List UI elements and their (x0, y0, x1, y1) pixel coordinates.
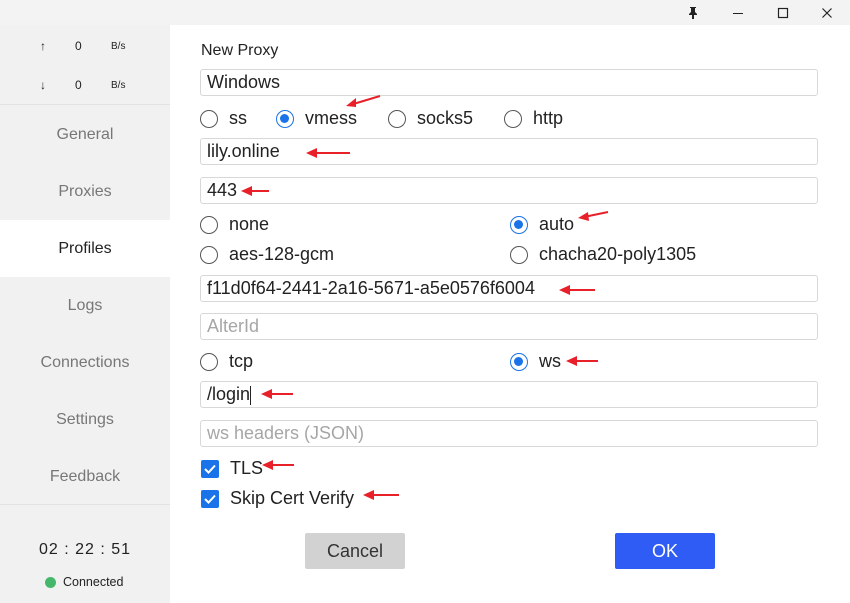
sidebar: ↑ 0 B/s ↓ 0 B/s General Proxies Profiles… (0, 25, 170, 603)
title-bar (0, 0, 850, 25)
page-title: New Proxy (201, 42, 279, 59)
pin-button[interactable] (670, 0, 716, 25)
checkbox-checked-icon (201, 489, 219, 508)
security-option-auto[interactable]: auto (510, 214, 574, 235)
upload-value: 0 (75, 39, 82, 53)
pin-icon (689, 6, 697, 19)
protocol-label: socks5 (417, 108, 474, 128)
sidebar-item-proxies[interactable]: Proxies (0, 163, 170, 220)
skip-cert-verify-label: Skip Cert Verify (230, 488, 355, 508)
radio-icon (388, 109, 406, 128)
alterid-field[interactable]: AlterId (200, 313, 818, 340)
session-clock: 02 : 22 : 51 (38, 541, 132, 558)
annotation-arrow-icon (261, 389, 293, 399)
download-unit: B/s (111, 80, 126, 91)
sidebar-item-logs[interactable]: Logs (0, 277, 170, 334)
radio-icon (200, 352, 218, 371)
radio-icon (510, 245, 528, 264)
port-field[interactable]: 443 (200, 177, 818, 204)
protocol-option-socks5[interactable]: socks5 (388, 108, 473, 129)
radio-icon (504, 109, 522, 128)
protocol-label: ss (229, 108, 247, 128)
network-label: tcp (229, 351, 254, 371)
download-value: 0 (75, 78, 82, 92)
radio-selected-icon (510, 352, 528, 371)
checkbox-checked-icon (201, 459, 219, 478)
sidebar-item-settings[interactable]: Settings (0, 391, 170, 448)
upload-speed: ↑ 0 B/s (0, 27, 170, 65)
radio-icon (200, 245, 218, 264)
sidebar-item-general[interactable]: General (0, 106, 170, 163)
security-label: auto (539, 214, 575, 234)
sidebar-item-feedback[interactable]: Feedback (0, 448, 170, 505)
ok-button[interactable]: OK (615, 533, 715, 569)
skip-cert-verify-checkbox[interactable]: Skip Cert Verify (201, 488, 354, 509)
upload-unit: B/s (111, 41, 126, 52)
maximize-icon (777, 7, 789, 18)
annotation-arrow-icon (363, 490, 399, 500)
tls-checkbox[interactable]: TLS (201, 458, 263, 479)
protocol-label: vmess (305, 108, 358, 128)
server-field[interactable]: lily.online (200, 138, 818, 165)
status-label: Connected (63, 575, 124, 589)
close-icon (822, 7, 832, 18)
network-label: ws (539, 351, 561, 371)
security-label: none (229, 214, 270, 234)
download-speed: ↓ 0 B/s (0, 66, 170, 104)
minimize-icon (733, 12, 743, 14)
radio-selected-icon (276, 109, 294, 128)
sidebar-divider (0, 104, 170, 105)
minimize-button[interactable] (715, 0, 761, 25)
maximize-button[interactable] (760, 0, 806, 25)
security-option-aes-128-gcm[interactable]: aes-128-gcm (200, 244, 334, 265)
ws-headers-field[interactable]: ws headers (JSON) (200, 420, 818, 447)
download-arrow-icon: ↓ (40, 78, 46, 92)
name-field[interactable]: Windows (200, 69, 818, 96)
annotation-arrow-icon (578, 211, 609, 221)
protocol-label: http (533, 108, 564, 128)
text-cursor (250, 385, 252, 405)
radio-icon (200, 215, 218, 234)
sidebar-item-profiles[interactable]: Profiles (0, 220, 170, 277)
status-dot-icon (45, 576, 56, 588)
upload-arrow-icon: ↑ (40, 39, 46, 53)
network-option-ws[interactable]: ws (510, 351, 561, 372)
radio-icon (200, 109, 218, 128)
sidebar-divider (0, 504, 170, 505)
annotation-arrow-icon (346, 95, 381, 107)
annotation-arrow-icon (262, 460, 294, 470)
ws-path-value: /login (207, 384, 251, 404)
sidebar-item-connections[interactable]: Connections (0, 334, 170, 391)
close-button[interactable] (804, 0, 850, 25)
protocol-option-http[interactable]: http (504, 108, 563, 129)
protocol-option-ss[interactable]: ss (200, 108, 247, 129)
uuid-field[interactable]: f11d0f64-2441-2a16-5671-a5e0576f6004 (200, 275, 818, 302)
security-option-none[interactable]: none (200, 214, 269, 235)
annotation-arrow-icon (306, 148, 350, 158)
connection-status: Connected (45, 575, 123, 589)
annotation-arrow-icon (241, 186, 269, 196)
protocol-option-vmess[interactable]: vmess (276, 108, 357, 129)
annotation-arrow-icon (566, 356, 598, 366)
network-option-tcp[interactable]: tcp (200, 351, 253, 372)
security-label: chacha20-poly1305 (539, 244, 697, 264)
security-option-chacha20-poly1305[interactable]: chacha20-poly1305 (510, 244, 696, 265)
security-label: aes-128-gcm (229, 244, 335, 264)
radio-selected-icon (510, 215, 528, 234)
annotation-arrow-icon (559, 285, 595, 295)
cancel-button[interactable]: Cancel (305, 533, 405, 569)
tls-label: TLS (230, 458, 264, 478)
